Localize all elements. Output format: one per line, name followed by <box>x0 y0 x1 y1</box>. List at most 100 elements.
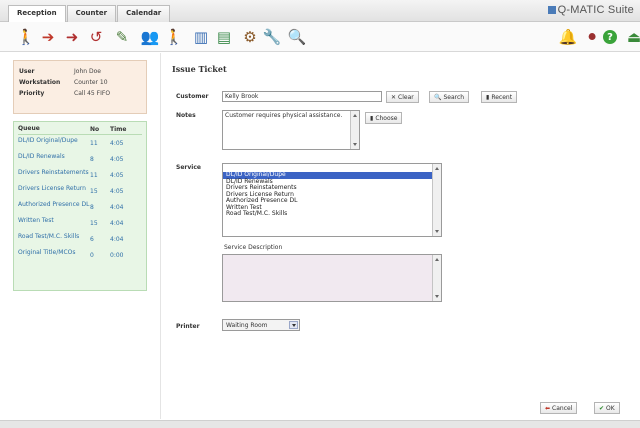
queue-wait-time: 4:05 <box>110 188 124 195</box>
queue-panel: Queue No Time DL/ID Original/Dupe 11 4:05 D… <box>13 121 147 291</box>
queue-row[interactable]: Written Test 15 4:04 <box>18 215 142 231</box>
user-info-panel: User John Doe Workstation Counter 10 Pri… <box>13 60 147 114</box>
call-next-icon[interactable]: ➔ <box>36 25 60 49</box>
header-no: No <box>90 126 100 133</box>
cancel-button[interactable]: ⬅ Cancel <box>540 402 578 414</box>
brand-name: Q-MATIC Suite <box>557 4 634 16</box>
brand-logo: Q-MATIC Suite <box>547 4 634 16</box>
left-panel: User John Doe Workstation Counter 10 Pri… <box>13 60 147 291</box>
issue-ticket-form: Issue Ticket Customer Kelly Brook ✕ Clear… <box>172 64 632 419</box>
info-key: Priority <box>19 90 45 97</box>
logo-mark-icon <box>547 6 556 14</box>
queue-count: 15 <box>90 188 98 195</box>
queue-row[interactable]: DL/ID Renewals 8 4:05 <box>18 151 142 167</box>
service-label: Service <box>176 164 201 171</box>
queue-wait-time: 4:05 <box>110 156 124 163</box>
clear-button[interactable]: ✕ Clear <box>386 91 419 103</box>
recall-icon[interactable]: ↺ <box>84 25 108 49</box>
queue-rows: DL/ID Original/Dupe 11 4:05 DL/ID Renewals 8… <box>18 135 142 263</box>
info-row-user: User John Doe <box>19 67 141 76</box>
help-icon[interactable]: ? <box>603 30 617 44</box>
queue-count: 8 <box>90 156 94 163</box>
recent-label: Recent <box>491 93 513 101</box>
notes-scrollbar[interactable] <box>350 111 359 149</box>
tab-reception[interactable]: Reception <box>8 5 66 23</box>
queue-count: 6 <box>90 236 94 243</box>
service-description-label: Service Description <box>224 244 283 251</box>
queue-wait-time: 4:05 <box>110 140 124 147</box>
queue-name: DL/ID Renewals <box>18 153 65 160</box>
printer-value: Waiting Room <box>226 321 268 329</box>
choose-button[interactable]: ▮ Choose <box>365 112 403 124</box>
info-key: User <box>19 68 35 75</box>
service-option[interactable]: Road Test/M.C. Skills <box>223 210 441 218</box>
queue-row[interactable]: Drivers Reinstatements 11 4:05 <box>18 167 142 183</box>
serve-icon[interactable]: ✎ <box>110 25 134 49</box>
queue-name: Road Test/M.C. Skills <box>18 233 80 240</box>
tab-calendar[interactable]: Calendar <box>117 5 171 22</box>
recent-button[interactable]: ▮ Recent <box>481 91 518 103</box>
statistics-icon[interactable]: ▥ <box>189 25 213 49</box>
walk-icon[interactable]: 🚶 <box>162 25 186 49</box>
panel-divider <box>160 53 161 419</box>
customer-input[interactable]: Kelly Brook <box>222 91 382 102</box>
status-bar <box>0 420 640 428</box>
search-label: Search <box>443 93 465 101</box>
chevron-down-icon <box>289 321 298 329</box>
notes-label: Notes <box>176 112 196 119</box>
queue-name: Drivers License Return <box>18 185 86 192</box>
queue-row[interactable]: Road Test/M.C. Skills 6 4:04 <box>18 231 142 247</box>
queue-table-header: Queue No Time <box>18 125 142 135</box>
service-description-box <box>222 254 442 302</box>
network-icon[interactable]: ⚫ <box>580 25 604 49</box>
queue-row[interactable]: Drivers License Return 15 4:05 <box>18 183 142 199</box>
printer-label: Printer <box>176 323 200 330</box>
logout-icon[interactable]: ⏏ <box>622 25 640 49</box>
search-button[interactable]: 🔍 Search <box>429 91 470 103</box>
top-bar: Reception Counter Calendar Q-MATIC Suite <box>0 0 640 23</box>
group-stats-icon[interactable]: ▤ <box>212 25 236 49</box>
page-title: Issue Ticket <box>172 64 227 74</box>
header-time: Time <box>110 126 127 133</box>
queue-name: Original Title/MCOs <box>18 249 76 256</box>
queue-count: 8 <box>90 204 94 211</box>
person-add-icon[interactable]: 🚶 <box>14 25 38 49</box>
toolbar: 🚶 ➔ ➜ ↺ ✎ 👥 🚶 ▥ ▤ ⚙ 🔧 🔍 🔔 ⚫? ⏏ <box>0 22 640 52</box>
cancel-arrow-icon: ⬅ <box>545 404 551 412</box>
queue-name: Written Test <box>18 217 54 224</box>
queue-row[interactable]: DL/ID Original/Dupe 11 4:05 <box>18 135 142 151</box>
queue-wait-time: 4:04 <box>110 220 124 227</box>
queue-row[interactable]: Original Title/MCOs 0 0:00 <box>18 247 142 263</box>
queue-people-icon[interactable]: 👥 <box>138 25 162 49</box>
transfer-icon[interactable]: ➜ <box>60 25 84 49</box>
service-options: DL/ID Original/Dupe DL/ID Renewals Drivers… <box>223 164 441 218</box>
queue-wait-time: 4:05 <box>110 172 124 179</box>
user-search-icon[interactable]: 🔍 <box>285 25 309 49</box>
tools-icon[interactable]: ⚙ <box>238 25 262 49</box>
queue-count: 11 <box>90 140 98 147</box>
tab-counter[interactable]: Counter <box>66 5 117 22</box>
bell-icon[interactable]: 🔔 <box>556 25 580 49</box>
notes-text: Customer requires physical assistance. <box>225 112 343 119</box>
notes-textarea[interactable]: Customer requires physical assistance. <box>222 110 360 150</box>
queue-wait-time: 0:00 <box>110 252 124 259</box>
queue-count: 15 <box>90 220 98 227</box>
queue-row[interactable]: Authorized Presence DL 8 4:04 <box>18 199 142 215</box>
service-listbox[interactable]: DL/ID Original/Dupe DL/ID Renewals Drivers… <box>222 163 442 237</box>
info-value: John Doe <box>74 68 101 75</box>
wrench-icon[interactable]: 🔧 <box>260 25 284 49</box>
ok-button[interactable]: ✔ OK <box>594 402 620 414</box>
info-row-priority: Priority Call 45 FIFO <box>19 89 141 98</box>
search-icon: 🔍 <box>434 93 442 101</box>
queue-name: Authorized Presence DL <box>18 201 90 208</box>
customer-label: Customer <box>176 93 209 100</box>
description-scrollbar[interactable] <box>432 255 441 301</box>
queue-count: 11 <box>90 172 98 179</box>
queue-name: DL/ID Original/Dupe <box>18 137 78 144</box>
check-icon: ✔ <box>599 404 605 412</box>
printer-select[interactable]: Waiting Room <box>222 319 300 331</box>
header-queue: Queue <box>18 125 40 132</box>
service-scrollbar[interactable] <box>432 164 441 236</box>
close-icon: ✕ <box>391 93 397 101</box>
info-value: Call 45 FIFO <box>74 90 111 97</box>
